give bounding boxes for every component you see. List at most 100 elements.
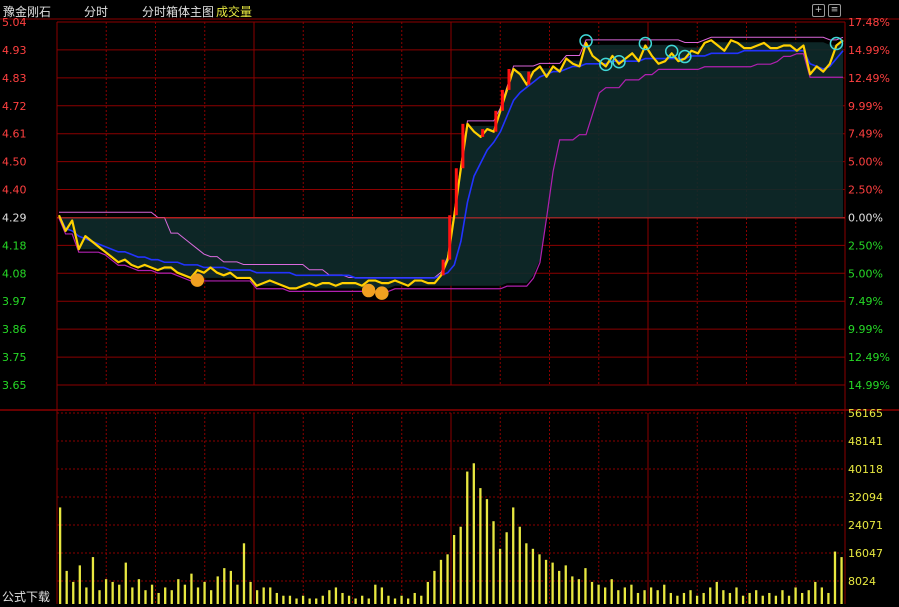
volume-tick-label: 48141 (848, 435, 883, 448)
volume-bar (485, 499, 489, 604)
volume-bar (288, 595, 292, 604)
volume-tick-label: 40118 (848, 463, 883, 476)
price-tick-label: 3.75 (2, 351, 27, 364)
volume-bar (223, 568, 226, 604)
percent-tick-label: 2.50% (848, 239, 883, 252)
volume-bar (190, 573, 193, 604)
price-tick-label: 4.72 (2, 100, 27, 113)
volume-bar (827, 592, 830, 604)
volume-bar (216, 576, 219, 604)
buy-signal-icon (375, 286, 389, 300)
volume-bar (722, 590, 725, 604)
volume-bar (833, 551, 837, 604)
volume-bar (420, 595, 423, 604)
volume-bar (663, 584, 666, 604)
buy-signal-icon (190, 273, 205, 287)
volume-bar (249, 581, 252, 604)
volume-bar (564, 565, 567, 604)
volume-bar (801, 592, 804, 604)
volume-bar (328, 590, 331, 604)
volume-bar (735, 587, 738, 604)
volume-bar (387, 595, 390, 604)
volume-bar (301, 595, 305, 604)
volume-bar (558, 570, 561, 604)
volume-bar (315, 598, 318, 604)
volume-bar (361, 595, 364, 604)
volume-bar (262, 587, 265, 604)
price-tick-label: 3.86 (2, 323, 27, 336)
volume-bar (72, 581, 75, 604)
volume-bar (702, 592, 705, 604)
volume-bar (498, 548, 502, 604)
volume-bar (137, 579, 141, 604)
volume-bar (282, 595, 285, 604)
volume-bar (794, 587, 797, 604)
volume-bar (433, 570, 436, 604)
volume-bar (577, 579, 581, 604)
price-tick-label: 4.83 (2, 72, 27, 85)
volume-bar (269, 587, 272, 604)
volume-bar (695, 595, 699, 604)
volume-bar (452, 535, 456, 604)
percent-tick-label: 9.99% (848, 323, 883, 336)
volume-bar (164, 587, 167, 604)
volume-bar (236, 584, 239, 604)
volume-bar (643, 590, 646, 604)
percent-tick-label: 12.49% (848, 351, 890, 364)
volume-bar (755, 590, 758, 604)
percent-tick-label: 5.00% (848, 267, 883, 280)
volume-bar (669, 592, 672, 604)
volume-bar (715, 581, 718, 604)
price-tick-label: 5.04 (2, 16, 27, 29)
volume-bar (774, 595, 778, 604)
volume-bar (111, 581, 114, 604)
price-tick-label: 4.40 (2, 184, 27, 197)
volume-tick-label: 8024 (848, 575, 876, 588)
volume-bar (597, 584, 600, 604)
price-tick-label: 4.29 (2, 211, 27, 224)
price-tick-label: 4.18 (2, 239, 27, 252)
volume-bar (78, 565, 81, 604)
volume-bar (741, 595, 745, 604)
formula-download-link[interactable]: 公式下载 (2, 588, 50, 605)
percent-tick-label: 5.00% (848, 156, 883, 169)
volume-bar (479, 488, 482, 604)
volume-bar (728, 592, 732, 604)
volume-bar (531, 548, 535, 604)
volume-bar (636, 592, 640, 604)
volume-tick-label: 56165 (848, 407, 883, 420)
volume-tick-label: 24071 (848, 519, 883, 532)
volume-bar (203, 581, 206, 604)
volume-bar (334, 587, 338, 604)
percent-tick-label: 7.49% (848, 128, 883, 141)
volume-bar (525, 543, 528, 604)
volume-bar (630, 584, 633, 604)
volume-bar (58, 507, 62, 604)
price-tick-label: 3.65 (2, 379, 27, 392)
volume-bar (656, 590, 659, 604)
volume-tick-label: 32094 (848, 491, 883, 504)
volume-bar (682, 592, 686, 604)
volume-bar (321, 595, 324, 604)
volume-bar (787, 595, 791, 604)
volume-bar (177, 579, 180, 604)
volume-bar (807, 590, 810, 604)
volume-bar (354, 598, 357, 604)
volume-bar (380, 587, 384, 604)
volume-bar (413, 592, 416, 604)
volume-bar (590, 581, 594, 604)
volume-bar (820, 587, 824, 604)
percent-tick-label: 12.49% (848, 72, 890, 85)
volume-bar (426, 581, 430, 604)
volume-bar (295, 598, 298, 604)
volume-bar (676, 595, 679, 604)
volume-bar (131, 587, 134, 604)
volume-bar (393, 598, 397, 604)
volume-bar (551, 562, 554, 604)
volume-bar (709, 587, 712, 604)
price-tick-label: 4.50 (2, 156, 27, 169)
volume-bar (538, 554, 541, 604)
volume-bar (367, 598, 370, 604)
volume-bar (98, 590, 101, 604)
volume-bar (649, 587, 653, 604)
